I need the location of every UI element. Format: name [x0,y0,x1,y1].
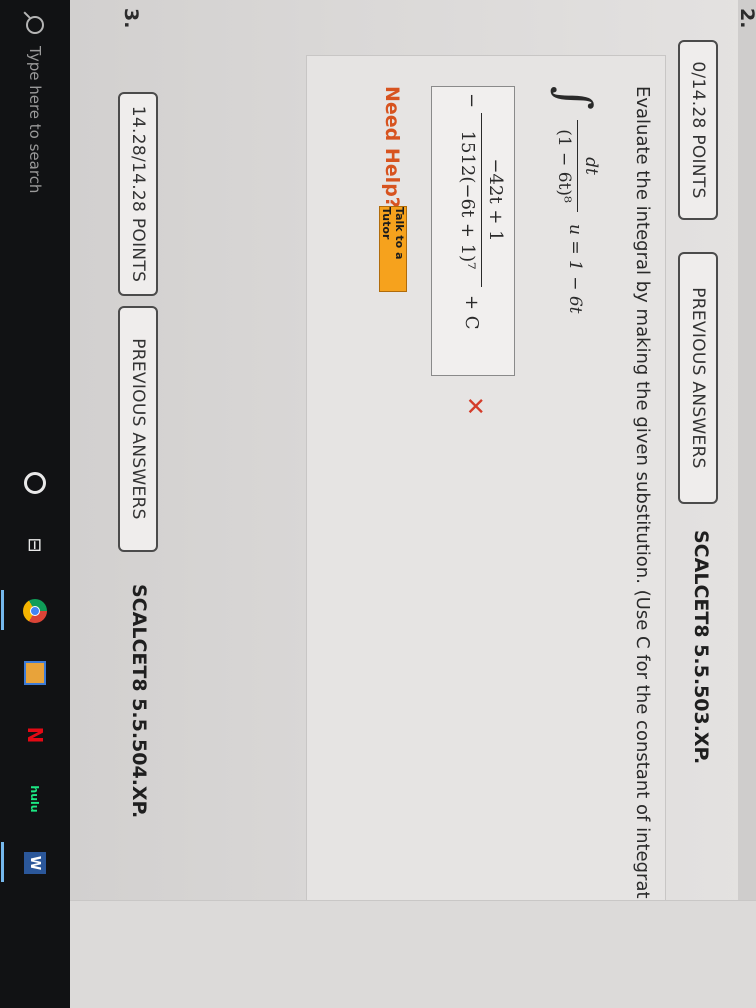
question-3-points-button[interactable]: 14.28/14.28 POINTS [118,92,158,296]
substitution: u = 1 − 6t [565,224,585,314]
netflix-icon[interactable]: N [22,722,48,748]
screen: 2. 0/14.28 POINTS PREVIOUS ANSWERS SCALC… [0,0,756,1008]
answer-fraction: −42t + 1 1512(−6t + 1)⁷ [457,113,506,287]
cortana-icon[interactable] [22,470,48,496]
word-glyph: W [24,852,46,874]
wrong-answer-icon: ✕ [461,396,489,417]
assignment-page: 2. 0/14.28 POINTS PREVIOUS ANSWERS SCALC… [70,0,756,1008]
answer-numerator: −42t + 1 [485,158,506,242]
answer-denominator: 1512(−6t + 1)⁷ [457,130,478,270]
task-view-icon[interactable]: ⊟ [22,532,48,558]
question-3-number: 3. [120,8,142,29]
answer-input[interactable]: − −42t + 1 1512(−6t + 1)⁷ + C [431,86,515,376]
integral-sign: ∫ [548,86,602,110]
search-icon [26,16,44,34]
question-2-card: Evaluate the integral by making the give… [306,55,666,995]
answer-constant: + C [461,295,482,330]
talk-to-tutor-button[interactable]: Talk to a Tutor [379,206,407,292]
taskbar: Type here to search ⊟ N hulu W [0,0,70,1008]
top-strip [738,0,756,1008]
active-app-indicator [1,842,4,882]
word-icon[interactable]: W [22,850,48,876]
right-column [70,900,756,1008]
question-3-previous-answers-button[interactable]: PREVIOUS ANSWERS [118,306,158,552]
question-2-points-button[interactable]: 0/14.28 POINTS [678,40,718,220]
chrome-icon[interactable] [22,598,48,624]
need-help-label: Need Help? [381,86,403,208]
search-placeholder: Type here to search [26,46,44,194]
taskbar-search-box[interactable]: Type here to search [0,0,70,360]
answer-minus: − [461,93,482,109]
question-3-id: SCALCET8 5.5.504.XP. [128,584,150,819]
integral-fraction: dt (1 − 6t)⁸ [554,120,601,212]
active-app-indicator [1,590,4,630]
store-icon[interactable] [22,660,48,686]
question-prompt: Evaluate the integral by making the give… [632,86,653,939]
answer-fraction-bar [481,113,482,287]
fraction-bar [577,120,578,212]
integral-numerator: dt [581,157,601,175]
question-2-number: 2. [736,8,756,29]
question-2-id: SCALCET8 5.5.503.XP. [690,530,712,765]
hulu-icon[interactable]: hulu [22,785,48,812]
question-2-previous-answers-button[interactable]: PREVIOUS ANSWERS [678,252,718,504]
integral-denominator: (1 − 6t)⁸ [554,129,574,203]
